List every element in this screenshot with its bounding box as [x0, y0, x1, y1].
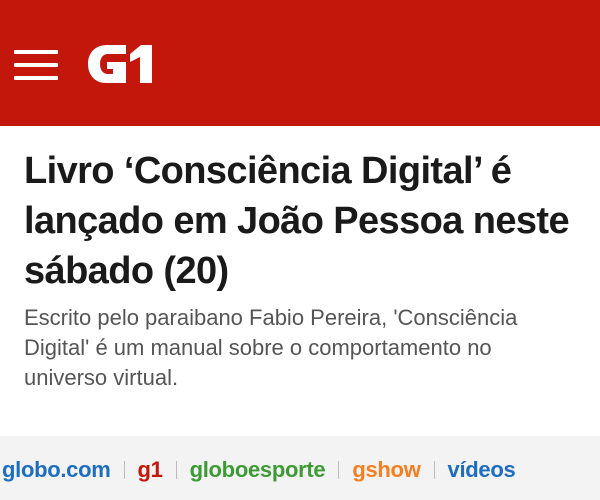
footer-link-globo[interactable]: globo.com [2, 457, 111, 483]
article-headline[interactable]: Livro ‘Consciência Digital’ é lançado em… [24, 146, 584, 296]
footer-separator [123, 461, 125, 479]
footer-link-globoesporte[interactable]: globoesporte [190, 457, 326, 483]
g1-logo-icon [88, 45, 152, 83]
site-header [0, 0, 600, 126]
footer-link-gshow[interactable]: gshow [352, 457, 420, 483]
footer-nav: globo.com g1 globoesporte gshow vídeos [2, 455, 516, 485]
menu-line [14, 63, 58, 67]
footer-link-g1[interactable]: g1 [138, 457, 163, 483]
menu-line [14, 50, 58, 54]
footer-separator [175, 461, 177, 479]
menu-line [14, 76, 58, 80]
article-subtitle: Escrito pelo paraibano Fabio Pereira, 'C… [24, 305, 518, 390]
footer-separator [433, 461, 435, 479]
hamburger-menu-icon[interactable] [14, 50, 58, 80]
footer-separator [338, 461, 340, 479]
footer-link-videos[interactable]: vídeos [448, 457, 516, 483]
g1-logo[interactable] [86, 42, 154, 86]
